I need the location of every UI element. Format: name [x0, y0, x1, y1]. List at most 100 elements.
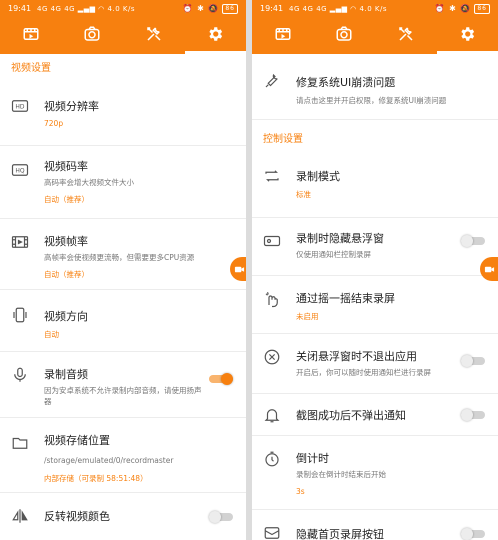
- setting-subtitle: 高帧率会使视频更流畅，但需要更多CPU资源: [44, 253, 195, 262]
- settings-screen-right: 19:41 4G 4G 4G ▂▄▆ ◠ 4.0 K/s ⏰ ✱ 🔕 86 修复系…: [252, 0, 498, 540]
- setting-title: 视频存储位置: [44, 434, 110, 447]
- setting-video-resolution[interactable]: HD 视频分辨率 720p: [0, 84, 246, 146]
- setting-record-mode[interactable]: 录制模式 标准: [252, 150, 498, 218]
- film-icon: [274, 25, 292, 47]
- setting-value: 自动: [44, 330, 59, 339]
- setting-record-audio[interactable]: 录制音频 因为安卓系统不允许录制内部音频，请使用扬声器: [0, 352, 246, 418]
- setting-value: 未启用: [296, 312, 319, 321]
- status-right-icons: ⏰ ✱ 🔕 86: [435, 0, 490, 18]
- battery-icon: 86: [474, 3, 490, 14]
- setting-title: 视频方向: [44, 310, 88, 323]
- setting-title: 隐藏首页录屏按钮: [296, 528, 384, 540]
- setting-title: 反转视频颜色: [44, 510, 110, 523]
- phone-rotate-icon: [11, 306, 29, 324]
- tab-tools[interactable]: [123, 18, 185, 54]
- setting-value: 标准: [296, 190, 311, 199]
- settings-screen-left: 19:41 4G 4G 4G ▂▄▆ ◠ 4.0 K/s ⏰ ✱ 🔕 86 视频设…: [0, 0, 246, 540]
- setting-video-storage[interactable]: 视频存储位置 /storage/emulated/0/recordmaster …: [0, 418, 246, 493]
- tab-settings[interactable]: [184, 18, 247, 54]
- gear-icon: [458, 25, 476, 47]
- status-time: 19:41: [260, 4, 284, 13]
- status-signal: 4G 4G 4G ▂▄▆ ◠ 4.0 K/s: [37, 5, 135, 13]
- tab-video-list[interactable]: [0, 18, 62, 54]
- setting-title: 截图成功后不弹出通知: [296, 409, 406, 422]
- tab-screenshot[interactable]: [62, 18, 124, 54]
- setting-value: 自动（推荐）: [44, 195, 89, 204]
- toggle-knob: [461, 235, 473, 247]
- setting-subtitle: 仅使用通知栏控制录屏: [296, 250, 371, 259]
- setting-fix-system-ui[interactable]: 修复系统UI崩溃问题 请点击这里并开启权限，修复系统UI崩溃问题: [252, 54, 498, 120]
- setting-video-framerate[interactable]: 视频帧率 高帧率会使视频更流畅，但需要更多CPU资源 自动（推荐）: [0, 219, 246, 290]
- status-icons: ⏰ ✱ 🔕: [434, 4, 472, 13]
- video-camera-icon: [234, 260, 245, 279]
- film-icon: [22, 25, 40, 47]
- setting-subtitle: 高码率会增大视频文件大小: [44, 178, 134, 187]
- setting-video-orientation[interactable]: 视频方向 自动: [0, 290, 246, 352]
- tab-tools[interactable]: [375, 18, 437, 54]
- setting-subtitle: 因为安卓系统不允许录制内部音频，请使用扬声器: [44, 386, 202, 406]
- wrench-icon: [263, 72, 281, 90]
- setting-title: 倒计时: [296, 452, 329, 465]
- setting-no-screenshot-notification[interactable]: 截图成功后不弹出通知: [252, 394, 498, 436]
- setting-title: 视频帧率: [44, 235, 88, 248]
- setting-hide-home-record-button[interactable]: 隐藏首页录屏按钮: [252, 510, 498, 540]
- camera-icon: [335, 25, 353, 47]
- tab-bar: [252, 18, 498, 54]
- setting-title: 通过摇一摇结束录屏: [296, 292, 395, 305]
- folder-icon: [11, 434, 29, 452]
- setting-title: 关闭悬浮窗时不退出应用: [296, 350, 417, 363]
- setting-keep-app-on-close[interactable]: 关闭悬浮窗时不退出应用 开启后，你可以随时使用通知栏进行录屏: [252, 334, 498, 394]
- tools-icon: [397, 25, 415, 47]
- timer-icon: [263, 450, 281, 468]
- setting-value: 720p: [44, 119, 64, 128]
- settings-list: 修复系统UI崩溃问题 请点击这里并开启权限，修复系统UI崩溃问题 控制设置 录制…: [252, 54, 498, 540]
- setting-title: 录制模式: [296, 170, 340, 183]
- tools-icon: [145, 25, 163, 47]
- svg-text:HQ: HQ: [15, 168, 25, 175]
- setting-subtitle: 录制会在倒计时结束后开始: [296, 470, 386, 479]
- bell-icon: [263, 406, 281, 424]
- setting-countdown[interactable]: 倒计时 录制会在倒计时结束后开始 3s: [252, 436, 498, 510]
- setting-video-bitrate[interactable]: HQ 视频码率 高码率会增大视频文件大小 自动（推荐）: [0, 146, 246, 219]
- tab-settings[interactable]: [436, 18, 498, 54]
- status-right-icons: ⏰ ✱ 🔕 86: [183, 0, 238, 18]
- hide-home-icon: [263, 524, 281, 540]
- tab-screenshot[interactable]: [314, 18, 376, 54]
- toggle-knob: [461, 528, 473, 540]
- toggle-knob: [461, 409, 473, 421]
- close-circle-icon: [263, 348, 281, 366]
- setting-subtitle: 请点击这里并开启权限，修复系统UI崩溃问题: [296, 96, 447, 105]
- status-icons: ⏰ ✱ 🔕: [182, 4, 220, 13]
- svg-text:HD: HD: [15, 104, 25, 111]
- screenshot-notification-toggle[interactable]: [461, 409, 485, 421]
- shake-icon: [263, 290, 281, 308]
- battery-icon: 86: [222, 3, 238, 14]
- status-bar: 19:41 4G 4G 4G ▂▄▆ ◠ 4.0 K/s ⏰ ✱ 🔕 86: [0, 0, 246, 18]
- setting-title: 录制音频: [44, 368, 88, 381]
- setting-invert-video-color[interactable]: 反转视频颜色: [0, 493, 246, 533]
- setting-value: 3s: [296, 487, 305, 496]
- setting-value: 内部存储（可录制 58:51:48）: [44, 474, 148, 483]
- setting-shake-to-stop[interactable]: 通过摇一摇结束录屏 未启用: [252, 276, 498, 334]
- hq-icon: HQ: [11, 161, 29, 179]
- setting-hide-floating-window[interactable]: 录制时隐藏悬浮窗 仅使用通知栏控制录屏: [252, 218, 498, 276]
- keep-app-toggle[interactable]: [461, 355, 485, 367]
- setting-subtitle: /storage/emulated/0/recordmaster: [44, 456, 174, 465]
- setting-subtitle: 开启后，你可以随时使用通知栏进行录屏: [296, 368, 431, 377]
- floating-record-button[interactable]: [480, 257, 498, 281]
- loop-icon: [263, 167, 281, 185]
- status-signal: 4G 4G 4G ▂▄▆ ◠ 4.0 K/s: [289, 5, 387, 13]
- invert-color-toggle[interactable]: [209, 511, 233, 523]
- section-video-settings: 视频设置: [11, 63, 51, 74]
- hd-icon: HD: [11, 97, 29, 115]
- toggle-knob: [461, 355, 473, 367]
- section-control-settings: 控制设置: [263, 134, 303, 145]
- toggle-knob: [221, 373, 233, 385]
- record-audio-toggle[interactable]: [209, 373, 233, 385]
- hide-floating-window-toggle[interactable]: [461, 235, 485, 247]
- status-time: 19:41: [8, 4, 32, 13]
- tab-video-list[interactable]: [252, 18, 314, 54]
- flip-icon: [11, 507, 29, 525]
- tab-bar: [0, 18, 246, 54]
- hide-home-button-toggle[interactable]: [461, 528, 485, 540]
